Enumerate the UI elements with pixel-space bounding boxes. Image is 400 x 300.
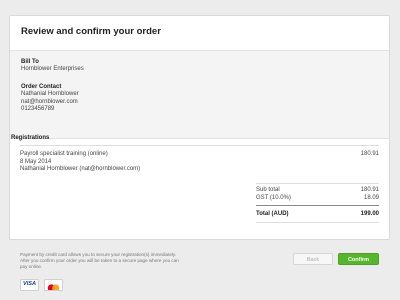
registration-attendee: Nathanial Hornblower (nat@hornblower.com…: [20, 166, 141, 172]
bill-to-block: Bill To Hornblower Enterprises: [21, 58, 84, 74]
mastercard-circles: [47, 284, 60, 290]
card-header: Review and confirm your order: [10, 16, 389, 51]
subtotal-value: 180.91: [360, 187, 379, 193]
contact-email: nat@hornblower.com: [21, 98, 78, 105]
summary-divider-mid: [256, 205, 379, 206]
summary-divider-top: [256, 183, 379, 184]
bill-to-name: Hornblower Enterprises: [21, 66, 84, 72]
gst-row: GST (10.0%) 18.09: [256, 195, 379, 203]
customer-info-section: Bill To Hornblower Enterprises Order Con…: [10, 51, 389, 139]
contact-phone: 0123456789: [21, 106, 55, 112]
registrations-title: Registrations: [11, 135, 50, 141]
contact-name: Nathanial Hornblower: [21, 91, 79, 97]
gst-label: GST (10.0%): [256, 195, 291, 201]
bill-to-label: Bill To: [21, 59, 39, 65]
payment-note-line-3: pay online.: [20, 264, 43, 270]
total-value: 199.00: [360, 211, 379, 217]
total-row: Total (AUD) 199.00: [256, 211, 379, 219]
confirm-button[interactable]: Confirm: [338, 253, 379, 265]
gst-value: 18.09: [363, 195, 379, 201]
order-contact-label: Order Contact: [21, 84, 62, 90]
order-review-card: Review and confirm your order Bill To Ho…: [9, 15, 390, 240]
mastercard-icon: [44, 279, 63, 291]
payment-note: Payment by credit card allows you to sec…: [20, 252, 260, 271]
subtotal-label: Sub total: [256, 187, 280, 193]
order-contact-block: Order Contact Nathanial Hornblower nat@h…: [21, 83, 79, 114]
visa-wordmark: VISA: [22, 281, 37, 287]
subtotal-row: Sub total 180.91: [256, 187, 379, 195]
summary-divider-bottom: [256, 222, 379, 223]
visa-icon: VISA: [20, 279, 39, 291]
registration-course: Payroll specialist training (online): [20, 151, 108, 157]
registration-date: 8 May 2014: [20, 158, 52, 165]
page-title: Review and confirm your order: [21, 26, 161, 37]
back-button[interactable]: Back: [293, 253, 333, 265]
registrations-divider: [20, 145, 379, 146]
total-label: Total (AUD): [256, 211, 289, 217]
registration-price: 180.91: [360, 151, 379, 157]
